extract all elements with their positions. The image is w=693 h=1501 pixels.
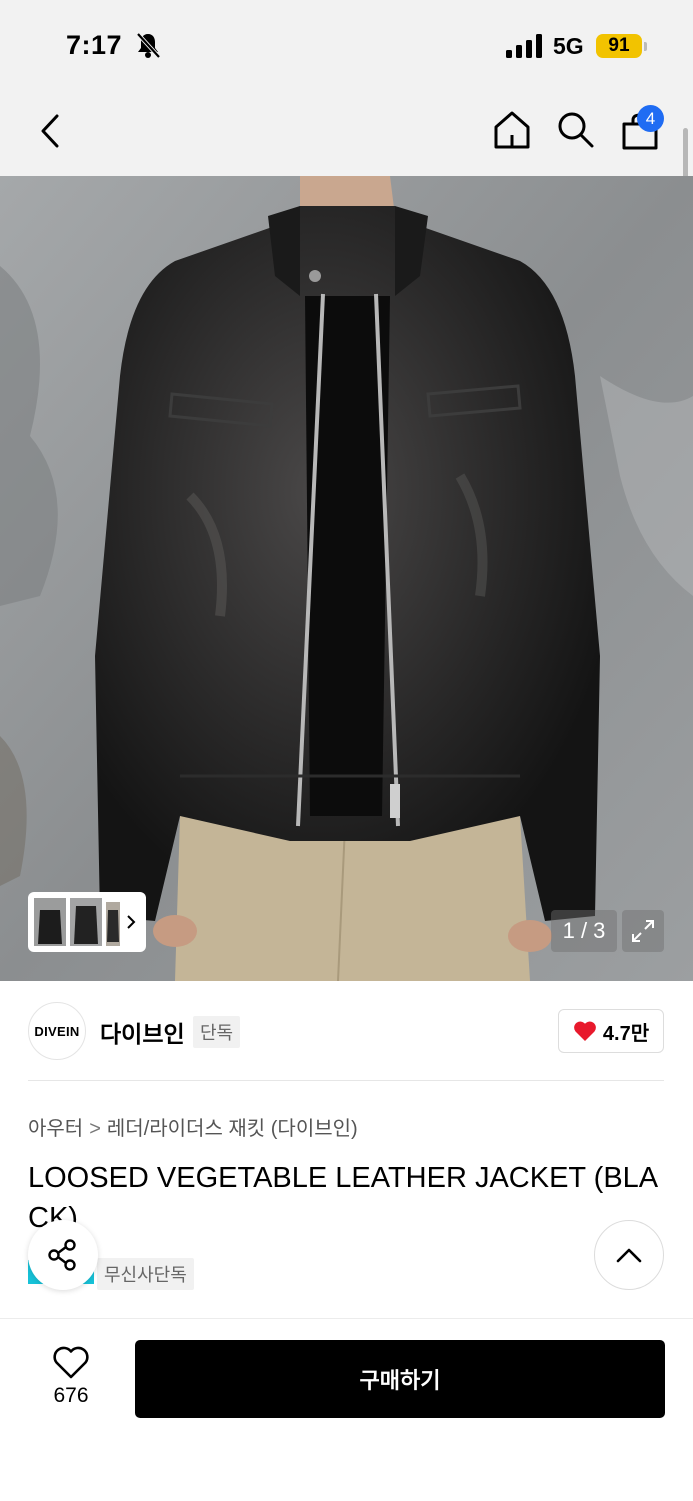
brand-logo-text: DIVEIN — [34, 1023, 80, 1039]
search-icon[interactable] — [556, 110, 596, 150]
product-image[interactable] — [0, 176, 693, 981]
product-photo — [0, 176, 693, 981]
expand-button[interactable] — [622, 910, 664, 952]
signal-icon — [506, 34, 542, 58]
brand-like-count: 4.7만 — [602, 1022, 650, 1045]
buy-button[interactable]: 구매하기 — [135, 1340, 665, 1418]
wishlist-heart-icon[interactable] — [52, 1346, 90, 1380]
share-button[interactable] — [28, 1220, 98, 1290]
chevron-right-icon: > — [89, 1118, 101, 1140]
battery-tip — [644, 42, 647, 51]
network-label: 5G — [553, 33, 584, 59]
thumbnail-next-icon[interactable] — [126, 914, 136, 930]
heart-icon — [574, 1021, 596, 1041]
brand-exclusive-tag: 단독 — [193, 1016, 241, 1048]
thumbnail-strip[interactable] — [28, 892, 146, 952]
expand-icon — [632, 920, 654, 942]
breadcrumb-category[interactable]: 아우터 — [28, 1118, 83, 1140]
wishlist-count: 676 — [53, 1384, 89, 1407]
breadcrumb: 아우터 > 레더/라이더스 재킷 (다이브인) — [28, 1112, 358, 1141]
battery-level: 91 — [608, 35, 630, 56]
musinsa-exclusive-tag: 무신사단독 — [97, 1258, 194, 1290]
brand-like-button[interactable]: 4.7만 — [558, 1009, 664, 1053]
status-bar: 7:17 5G 91 — [0, 0, 693, 90]
scroll-top-button[interactable] — [594, 1220, 664, 1290]
status-time: 7:17 — [66, 30, 123, 60]
chevron-up-icon — [616, 1248, 642, 1263]
brand-logo[interactable]: DIVEIN — [28, 1002, 86, 1060]
back-icon[interactable] — [38, 112, 62, 150]
battery-icon: 91 — [596, 34, 642, 58]
divider — [28, 1080, 664, 1081]
cart-count-badge: 4 — [637, 105, 664, 132]
nav-bar — [0, 90, 693, 176]
brand-name[interactable]: 다이브인 — [100, 1015, 185, 1049]
image-counter: 1 / 3 — [551, 910, 617, 952]
bell-muted-icon — [136, 32, 161, 59]
home-icon[interactable] — [492, 110, 532, 150]
product-title: LOOSED VEGETABLE LEATHER JACKET (BLACK) — [28, 1162, 659, 1234]
breadcrumb-subcategory[interactable]: 레더/라이더스 재킷 (다이브인) — [107, 1118, 358, 1140]
share-icon — [48, 1239, 76, 1271]
